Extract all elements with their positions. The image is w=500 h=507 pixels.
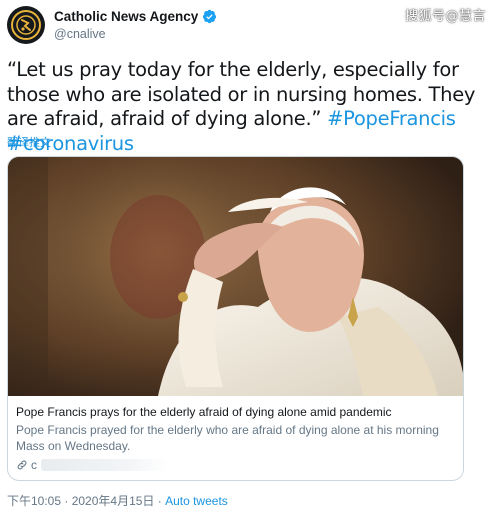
account-names: Catholic News Agency @cnalive	[54, 9, 217, 42]
card-title[interactable]: Pope Francis prays for the elderly afrai…	[16, 405, 455, 420]
timestamp[interactable]: 下午10:05 · 2020年4月15日 ·	[7, 494, 165, 507]
tweet-header: Catholic News Agency @cnalive	[7, 6, 217, 44]
link-icon	[17, 460, 27, 470]
account-handle[interactable]: @cnalive	[54, 26, 217, 42]
tweet-source[interactable]: Auto tweets	[165, 494, 228, 507]
display-name[interactable]: Catholic News Agency	[54, 9, 198, 25]
link-card[interactable]: Pope Francis prays for the elderly afrai…	[7, 156, 464, 481]
hashtag-popefrancis[interactable]: #PopeFrancis	[327, 107, 456, 130]
cna-logo-icon	[16, 15, 36, 35]
avatar[interactable]	[7, 6, 45, 44]
card-body: Pope Francis prays for the elderly afrai…	[8, 396, 463, 472]
card-link-text: c	[31, 458, 37, 472]
card-link[interactable]: c	[16, 458, 455, 472]
translate-tweet-link[interactable]: 翻译推文	[7, 134, 51, 150]
avatar-logo	[11, 10, 41, 40]
card-description: Pope Francis prayed for the elderly who …	[16, 423, 439, 453]
blurred-link-url	[41, 459, 169, 471]
pope-photo-image	[8, 157, 463, 396]
watermark: 搜狐号@慧言	[404, 9, 486, 24]
verified-badge-icon	[203, 9, 217, 24]
tweet-footer: 下午10:05 · 2020年4月15日 · Auto tweets	[7, 492, 228, 507]
card-image[interactable]	[8, 157, 463, 396]
tweet-text: “Let us pray today for the elderly, espe…	[7, 58, 492, 156]
